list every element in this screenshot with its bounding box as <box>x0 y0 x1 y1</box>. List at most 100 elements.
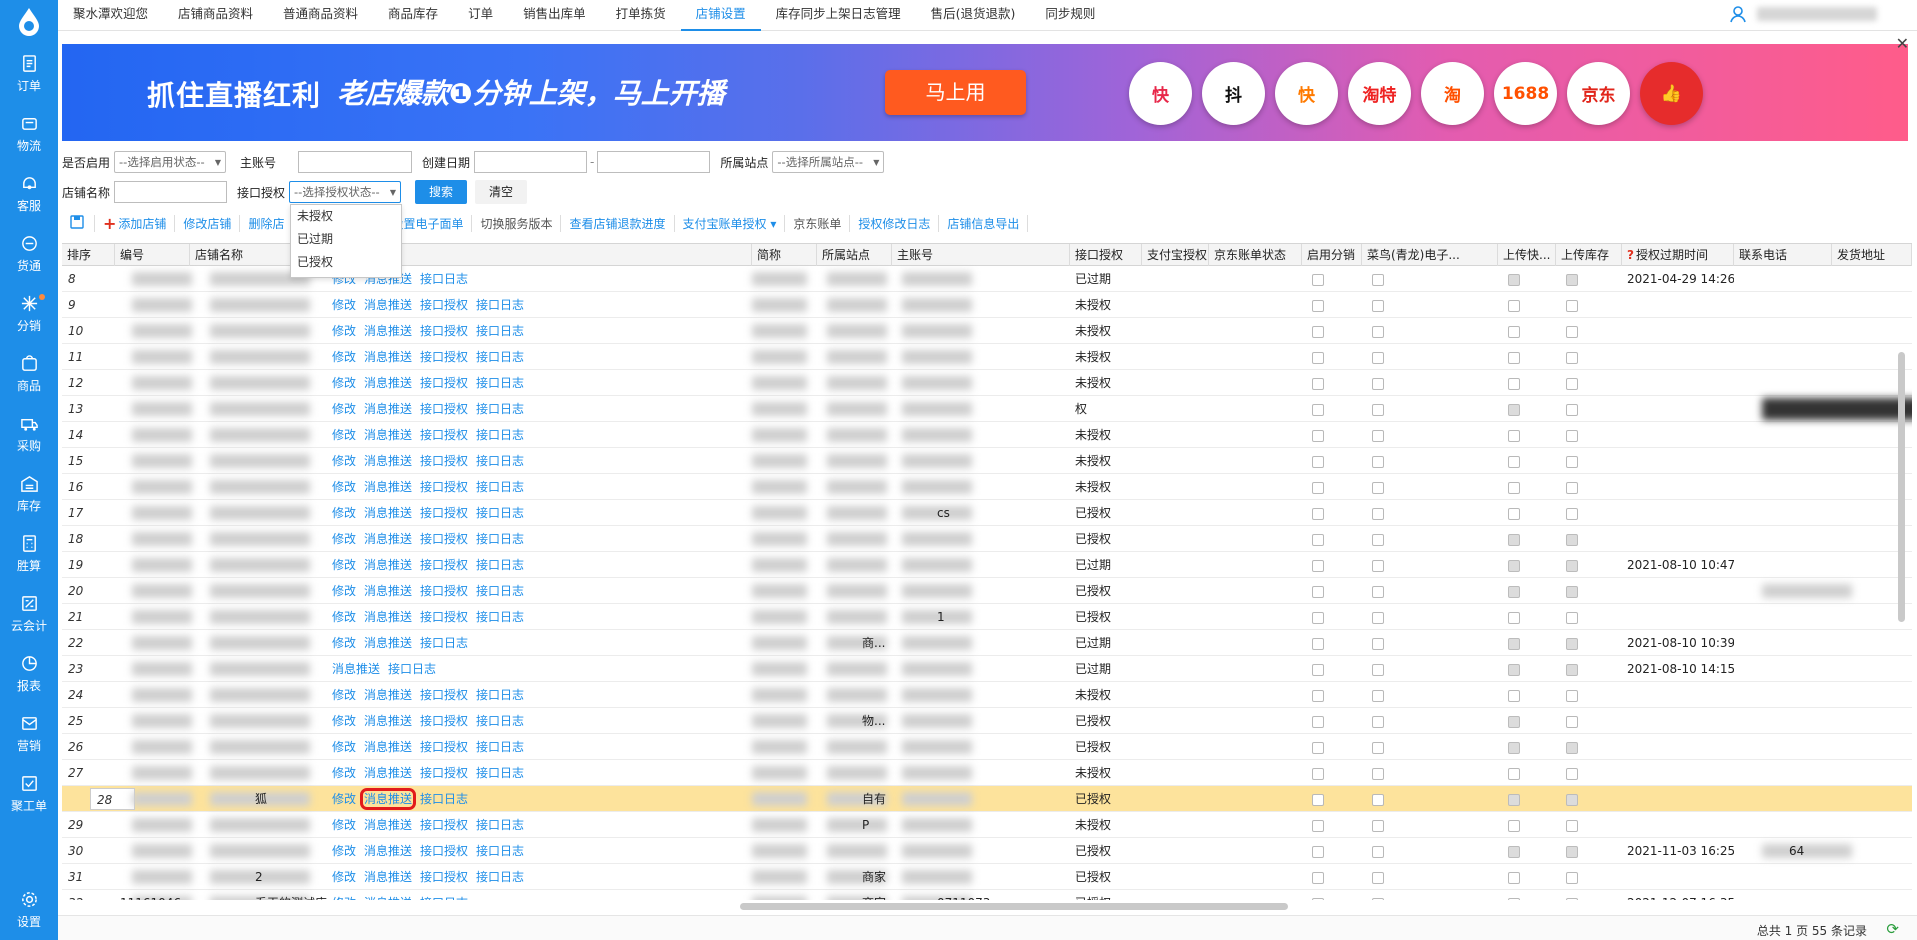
distribution-checkbox[interactable] <box>1312 455 1324 468</box>
enabled-select[interactable]: --选择启用状态-- ▼ <box>114 151 227 173</box>
table-row[interactable]: 30 修改消息推送接口授权接口日志 已授权 2021-11-03 16:25:00 64 <box>62 838 1912 864</box>
action-edit[interactable]: 修改 <box>332 506 356 520</box>
upload-express-checkbox[interactable] <box>1508 871 1520 884</box>
upload-stock-checkbox[interactable] <box>1566 481 1578 494</box>
action-push[interactable]: 消息推送 <box>364 766 412 780</box>
cainiao-checkbox[interactable] <box>1372 897 1384 900</box>
distribution-checkbox[interactable] <box>1312 897 1324 900</box>
cainiao-checkbox[interactable] <box>1372 351 1384 364</box>
auth-option-1[interactable]: 已过期 <box>291 228 401 251</box>
upload-express-checkbox[interactable] <box>1508 403 1520 416</box>
save-icon[interactable] <box>62 214 95 232</box>
action-edit[interactable]: 修改 <box>332 558 356 572</box>
action-edit[interactable]: 修改 <box>332 480 356 494</box>
distribution-checkbox[interactable] <box>1312 559 1324 572</box>
action-edit[interactable]: 修改 <box>332 402 356 416</box>
action-log[interactable]: 接口日志 <box>476 480 524 494</box>
cainiao-checkbox[interactable] <box>1372 871 1384 884</box>
upload-express-checkbox[interactable] <box>1508 533 1520 546</box>
cainiao-checkbox[interactable] <box>1372 429 1384 442</box>
action-log[interactable]: 接口日志 <box>476 350 524 364</box>
upload-express-checkbox[interactable] <box>1508 351 1520 364</box>
tab-0[interactable]: 聚水潭欢迎您 <box>58 0 163 31</box>
table-row[interactable]: 10 修改 消息推送 接口授权 接口日志 未授权 <box>62 318 1912 344</box>
action-push[interactable]: 消息推送 <box>360 788 417 810</box>
table-row[interactable]: 13 修改 消息推送 接口授权 接口日志 权 <box>62 396 1912 422</box>
upload-stock-checkbox[interactable] <box>1566 559 1578 572</box>
table-row[interactable]: 31 2 修改 消息推送 接口授权 接口日志 商家 已授权 <box>62 864 1912 890</box>
action-push[interactable]: 消息推送 <box>364 740 412 754</box>
upload-stock-checkbox[interactable] <box>1566 377 1578 390</box>
sidebar-item-order[interactable]: 订单 <box>0 44 58 104</box>
toolbar-item-1[interactable]: 修改店铺 <box>175 214 241 232</box>
action-log[interactable]: 接口日志 <box>476 870 524 884</box>
action-push[interactable]: 消息推送 <box>364 428 412 442</box>
cainiao-checkbox[interactable] <box>1372 507 1384 520</box>
upload-stock-checkbox[interactable] <box>1566 663 1578 676</box>
distribution-checkbox[interactable] <box>1312 273 1324 286</box>
action-log[interactable]: 接口日志 <box>476 532 524 546</box>
upload-express-checkbox[interactable] <box>1508 481 1520 494</box>
action-edit[interactable]: 修改 <box>332 428 356 442</box>
action-auth[interactable]: 接口授权 <box>420 350 468 364</box>
column-header-5[interactable]: 所属站点 <box>817 244 892 266</box>
tab-8[interactable]: 库存同步上架日志管理 <box>761 0 916 31</box>
action-auth[interactable]: 接口授权 <box>420 376 468 390</box>
action-log[interactable]: 接口日志 <box>476 688 524 702</box>
action-auth[interactable]: 接口授权 <box>420 506 468 520</box>
cainiao-checkbox[interactable] <box>1372 637 1384 650</box>
upload-express-checkbox[interactable] <box>1508 325 1520 338</box>
sidebar-item-service[interactable]: 客服 <box>0 164 58 224</box>
user-menu[interactable] <box>1729 5 1877 23</box>
cainiao-checkbox[interactable] <box>1372 663 1384 676</box>
action-auth[interactable]: 接口授权 <box>420 844 468 858</box>
action-edit[interactable]: 修改 <box>332 714 356 728</box>
tab-6[interactable]: 打单拣货 <box>601 0 681 31</box>
help-icon[interactable]: ? <box>1627 248 1634 262</box>
sidebar-item-warehouse[interactable]: 库存 <box>0 464 58 524</box>
action-log[interactable]: 接口日志 <box>476 428 524 442</box>
upload-express-checkbox[interactable] <box>1508 273 1520 286</box>
distribution-checkbox[interactable] <box>1312 377 1324 390</box>
action-edit[interactable]: 修改 <box>332 818 356 832</box>
table-row[interactable]: 16 修改 消息推送 接口授权 接口日志 未授权 <box>62 474 1912 500</box>
action-auth[interactable]: 接口授权 <box>420 558 468 572</box>
sidebar-item-accounting[interactable]: 云会计 <box>0 584 58 644</box>
action-push[interactable]: 消息推送 <box>364 844 412 858</box>
cainiao-checkbox[interactable] <box>1372 533 1384 546</box>
upload-express-checkbox[interactable] <box>1508 793 1520 806</box>
upload-stock-checkbox[interactable] <box>1566 689 1578 702</box>
column-header-9[interactable]: 京东账单状态 <box>1209 244 1302 266</box>
tab-3[interactable]: 商品库存 <box>373 0 453 31</box>
action-edit[interactable]: 修改 <box>332 688 356 702</box>
site-select[interactable]: --选择所属站点-- ▼ <box>772 151 885 173</box>
cainiao-checkbox[interactable] <box>1372 767 1384 780</box>
auth-option-0[interactable]: 未授权 <box>291 205 401 228</box>
action-auth[interactable]: 接口授权 <box>420 324 468 338</box>
table-row[interactable]: 19 修改消息推送接口授权接口日志 已过期 2021-08-10 10:47:00 <box>62 552 1912 578</box>
toolbar-item-9[interactable]: 授权修改日志 <box>850 214 940 232</box>
distribution-checkbox[interactable] <box>1312 533 1324 546</box>
upload-stock-checkbox[interactable] <box>1566 351 1578 364</box>
distribution-checkbox[interactable] <box>1312 793 1324 806</box>
tab-7[interactable]: 店铺设置 <box>680 0 761 31</box>
toolbar-item-2[interactable]: 删除店 <box>240 214 295 232</box>
action-push[interactable]: 消息推送 <box>364 506 412 520</box>
upload-stock-checkbox[interactable] <box>1566 429 1578 442</box>
toolbar-item-6[interactable]: 查看店铺退款进度 <box>561 214 675 232</box>
upload-express-checkbox[interactable] <box>1508 299 1520 312</box>
cainiao-checkbox[interactable] <box>1372 455 1384 468</box>
action-push[interactable]: 消息推送 <box>364 298 412 312</box>
sidebar-item-goods[interactable]: 商品 <box>0 344 58 404</box>
cainiao-checkbox[interactable] <box>1372 585 1384 598</box>
action-push[interactable]: 消息推送 <box>364 584 412 598</box>
cainiao-checkbox[interactable] <box>1372 715 1384 728</box>
action-edit[interactable]: 修改 <box>332 454 356 468</box>
vertical-scrollbar[interactable] <box>1898 352 1905 622</box>
column-header-0[interactable]: 排序 <box>62 244 115 266</box>
upload-stock-checkbox[interactable] <box>1566 533 1578 546</box>
promo-banner[interactable]: 抓住直播红利 老店爆款❶分钟上架，马上开播 马上用 快抖快淘特淘 1688 京东 👍 <box>62 44 1908 141</box>
distribution-checkbox[interactable] <box>1312 715 1324 728</box>
auth-select[interactable]: --选择授权状态-- ▼ <box>289 181 402 203</box>
table-row[interactable]: 24 修改 消息推送 接口授权 接口日志 未授权 <box>62 682 1912 708</box>
